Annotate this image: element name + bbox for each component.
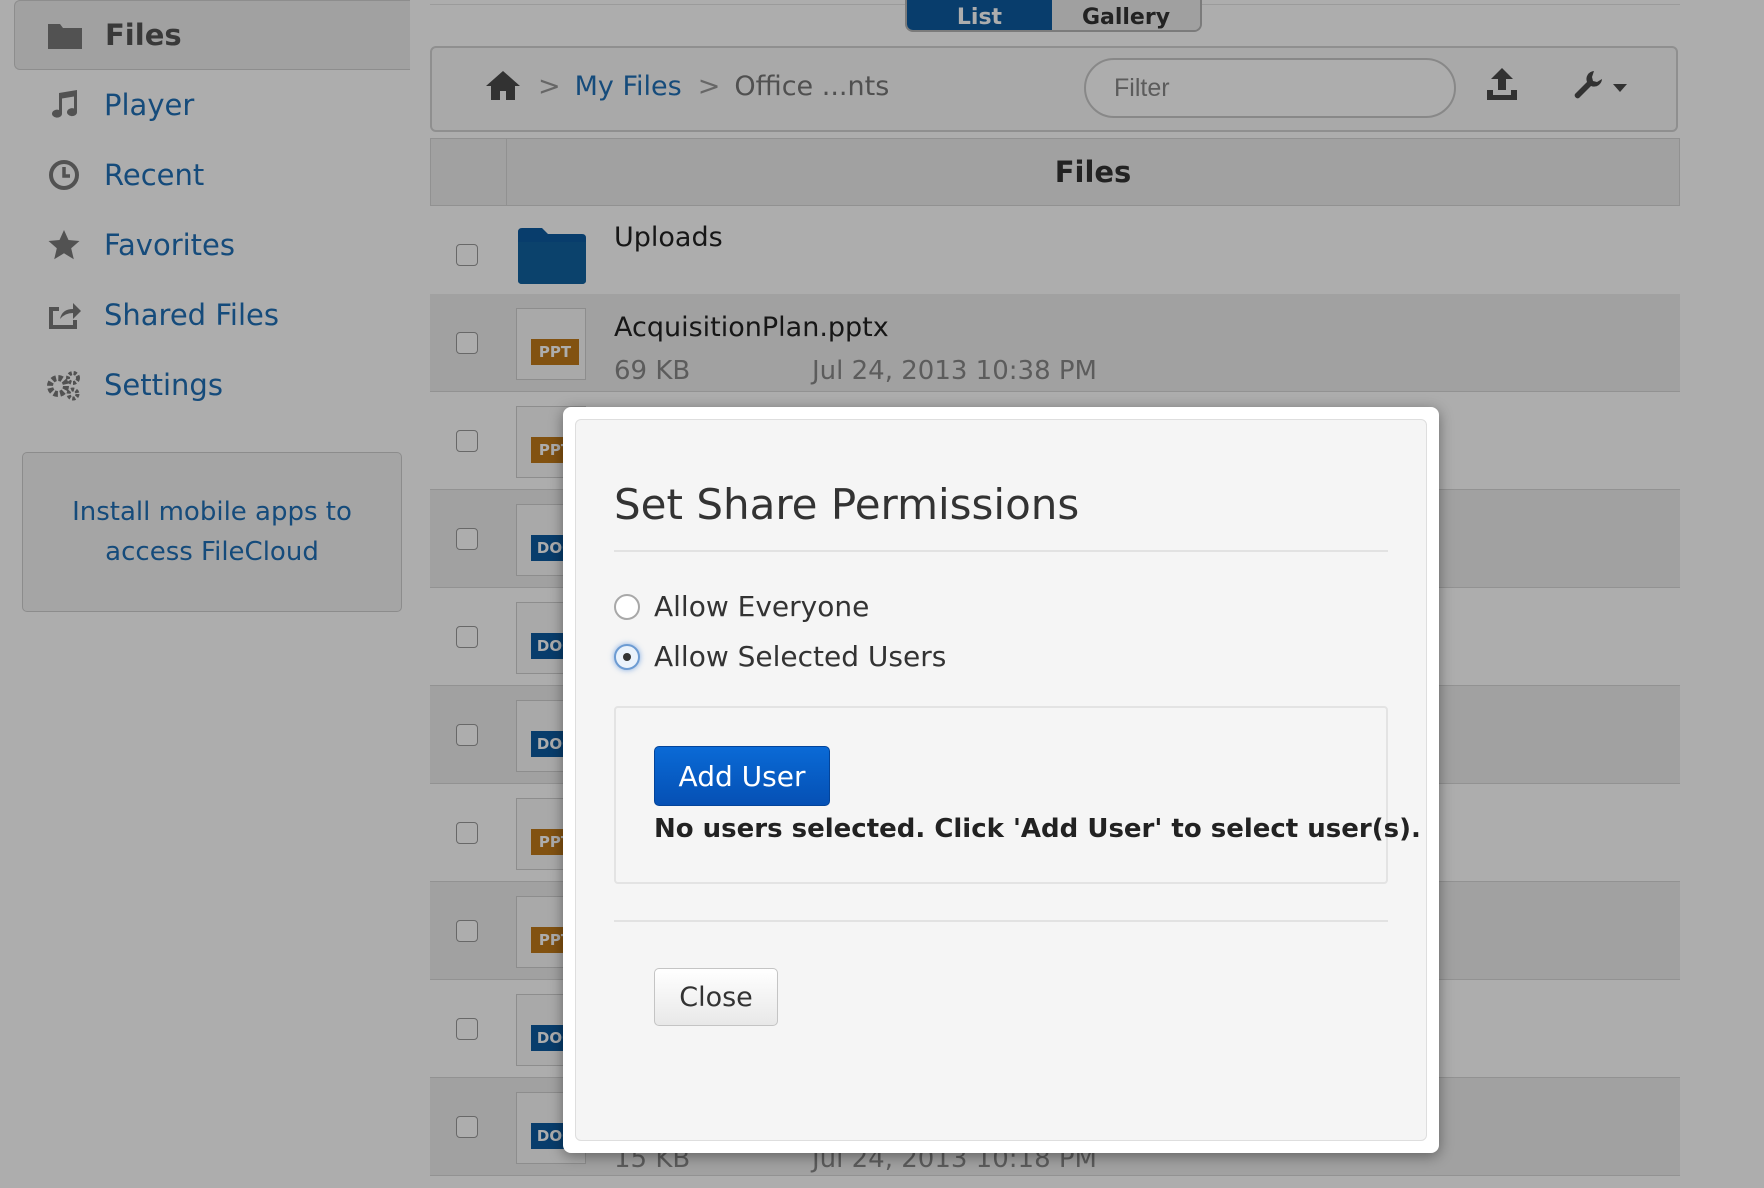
allow-everyone-label: Allow Everyone — [654, 590, 870, 623]
allow-selected-users-radio[interactable] — [614, 643, 640, 670]
divider — [614, 550, 1388, 552]
allow-everyone-option[interactable]: Allow Everyone — [614, 590, 869, 623]
close-button[interactable]: Close — [654, 968, 778, 1026]
dialog-body: Set Share Permissions Allow Everyone All… — [575, 419, 1427, 1141]
no-users-message: No users selected. Click 'Add User' to s… — [654, 814, 1421, 844]
add-user-button[interactable]: Add User — [654, 746, 830, 806]
allow-selected-users-option[interactable]: Allow Selected Users — [614, 640, 946, 673]
allow-everyone-radio[interactable] — [614, 593, 640, 620]
share-permissions-dialog: Set Share Permissions Allow Everyone All… — [563, 407, 1439, 1153]
dialog-title: Set Share Permissions — [614, 480, 1080, 529]
selected-users-panel: Add User No users selected. Click 'Add U… — [614, 706, 1421, 884]
divider — [614, 920, 1388, 922]
allow-selected-users-label: Allow Selected Users — [654, 640, 947, 673]
